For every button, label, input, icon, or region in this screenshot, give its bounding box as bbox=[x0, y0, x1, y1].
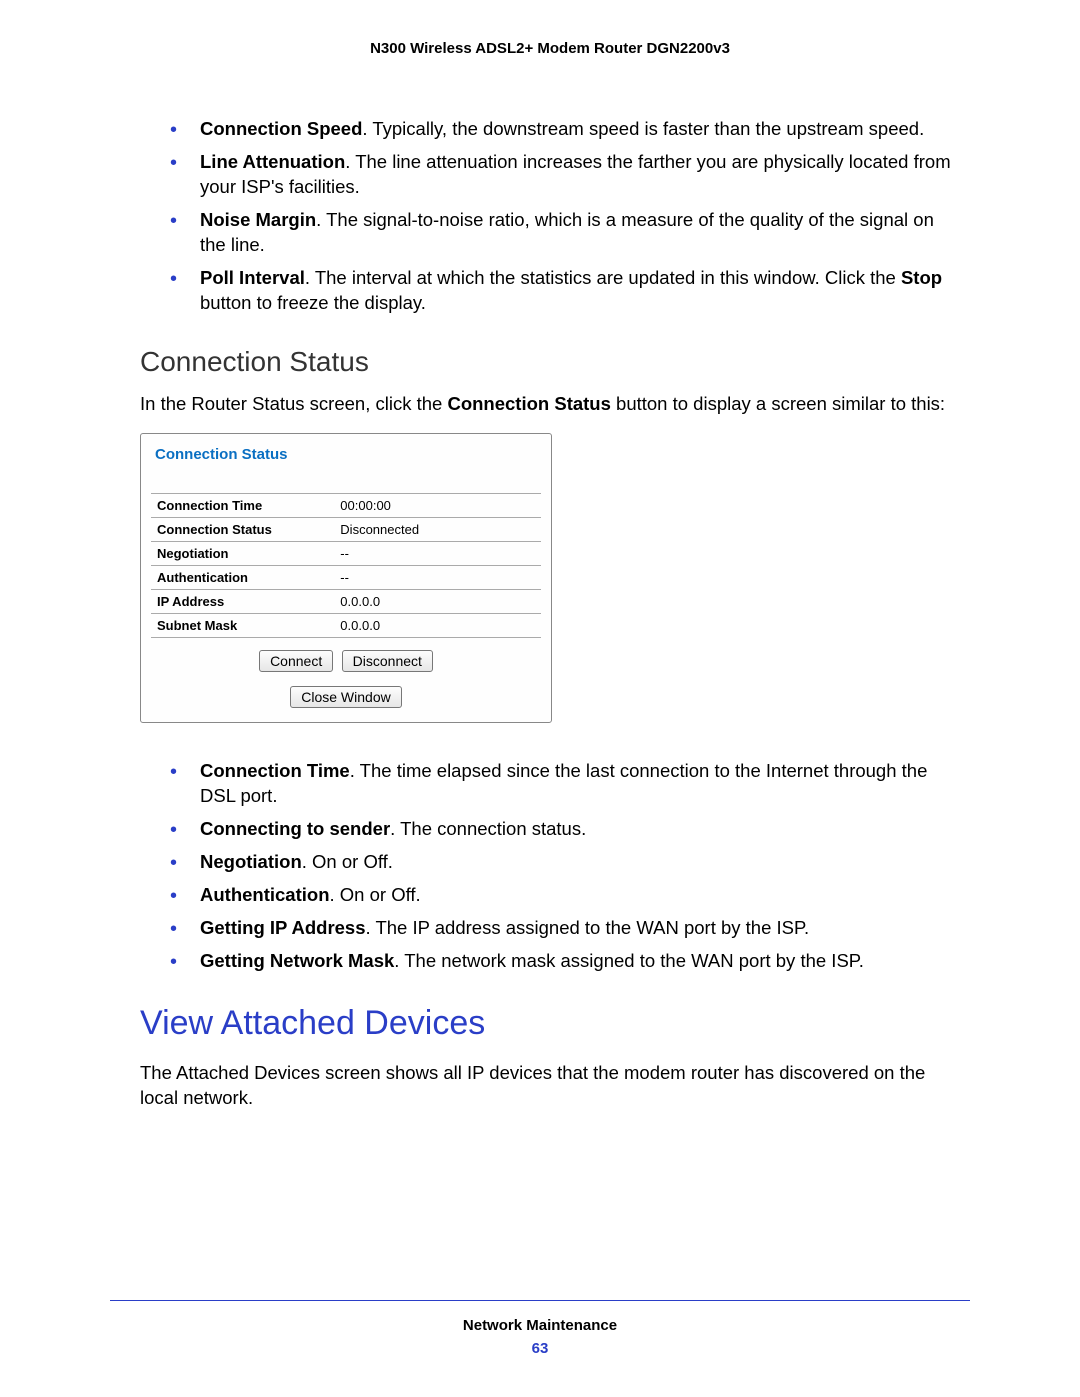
cell-key: Authentication bbox=[151, 565, 334, 589]
panel-title: Connection Status bbox=[155, 446, 541, 463]
cell-value: Disconnected bbox=[334, 517, 541, 541]
footer-rule bbox=[110, 1300, 970, 1301]
footer-page-number: 63 bbox=[0, 1340, 1080, 1357]
list-item: Noise Margin. The signal-to-noise ratio,… bbox=[200, 208, 960, 258]
cell-value: 00:00:00 bbox=[334, 493, 541, 517]
term: Noise Margin bbox=[200, 209, 316, 230]
term: Connecting to sender bbox=[200, 818, 390, 839]
term: Getting IP Address bbox=[200, 917, 366, 938]
definition: . On or Off. bbox=[330, 884, 421, 905]
disconnect-button[interactable]: Disconnect bbox=[342, 650, 433, 672]
list-item: Getting IP Address. The IP address assig… bbox=[200, 916, 960, 941]
feature-list-2: Connection Time. The time elapsed since … bbox=[140, 759, 960, 974]
definition: . The IP address assigned to the WAN por… bbox=[366, 917, 810, 938]
list-item: Authentication. On or Off. bbox=[200, 883, 960, 908]
section-body: The Attached Devices screen shows all IP… bbox=[140, 1061, 960, 1111]
connect-button[interactable]: Connect bbox=[259, 650, 333, 672]
cell-key: IP Address bbox=[151, 589, 334, 613]
cell-key: Subnet Mask bbox=[151, 613, 334, 637]
term: Authentication bbox=[200, 884, 330, 905]
term-inline: Stop bbox=[901, 267, 942, 288]
ui-reference: Connection Status bbox=[447, 393, 610, 414]
close-window-button[interactable]: Close Window bbox=[290, 686, 401, 708]
document-header: N300 Wireless ADSL2+ Modem Router DGN220… bbox=[140, 40, 960, 57]
status-table: Connection Time00:00:00 Connection Statu… bbox=[151, 493, 541, 638]
table-row: Connection StatusDisconnected bbox=[151, 517, 541, 541]
term: Negotiation bbox=[200, 851, 302, 872]
list-item: Connection Time. The time elapsed since … bbox=[200, 759, 960, 809]
list-item: Line Attenuation. The line attenuation i… bbox=[200, 150, 960, 200]
list-item: Getting Network Mask. The network mask a… bbox=[200, 949, 960, 974]
cell-key: Negotiation bbox=[151, 541, 334, 565]
list-item: Connection Speed. Typically, the downstr… bbox=[200, 117, 960, 142]
definition: . The network mask assigned to the WAN p… bbox=[394, 950, 864, 971]
cell-value: 0.0.0.0 bbox=[334, 589, 541, 613]
section-heading-connection-status: Connection Status bbox=[140, 346, 960, 378]
feature-list-1: Connection Speed. Typically, the downstr… bbox=[140, 117, 960, 316]
text: button to display a screen similar to th… bbox=[611, 393, 945, 414]
term: Connection Time bbox=[200, 760, 350, 781]
definition: . The connection status. bbox=[390, 818, 586, 839]
cell-value: 0.0.0.0 bbox=[334, 613, 541, 637]
definition-part1: . The interval at which the statistics a… bbox=[305, 267, 901, 288]
list-item: Negotiation. On or Off. bbox=[200, 850, 960, 875]
list-item: Poll Interval. The interval at which the… bbox=[200, 266, 960, 316]
definition: . Typically, the downstream speed is fas… bbox=[362, 118, 924, 139]
term: Getting Network Mask bbox=[200, 950, 394, 971]
list-item: Connecting to sender. The connection sta… bbox=[200, 817, 960, 842]
connection-status-panel: Connection Status Connection Time00:00:0… bbox=[140, 433, 552, 723]
section-heading-view-attached-devices: View Attached Devices bbox=[140, 1004, 960, 1043]
cell-key: Connection Status bbox=[151, 517, 334, 541]
cell-value: -- bbox=[334, 541, 541, 565]
section-intro: In the Router Status screen, click the C… bbox=[140, 392, 960, 417]
table-row: Connection Time00:00:00 bbox=[151, 493, 541, 517]
footer-chapter: Network Maintenance bbox=[0, 1317, 1080, 1334]
page-footer: Network Maintenance 63 bbox=[0, 1300, 1080, 1357]
definition: . On or Off. bbox=[302, 851, 393, 872]
term: Poll Interval bbox=[200, 267, 305, 288]
cell-value: -- bbox=[334, 565, 541, 589]
table-row: Subnet Mask0.0.0.0 bbox=[151, 613, 541, 637]
table-row: Authentication-- bbox=[151, 565, 541, 589]
cell-key: Connection Time bbox=[151, 493, 334, 517]
term: Connection Speed bbox=[200, 118, 362, 139]
table-row: IP Address0.0.0.0 bbox=[151, 589, 541, 613]
table-row: Negotiation-- bbox=[151, 541, 541, 565]
text: In the Router Status screen, click the bbox=[140, 393, 447, 414]
definition-part2: button to freeze the display. bbox=[200, 292, 426, 313]
term: Line Attenuation bbox=[200, 151, 345, 172]
